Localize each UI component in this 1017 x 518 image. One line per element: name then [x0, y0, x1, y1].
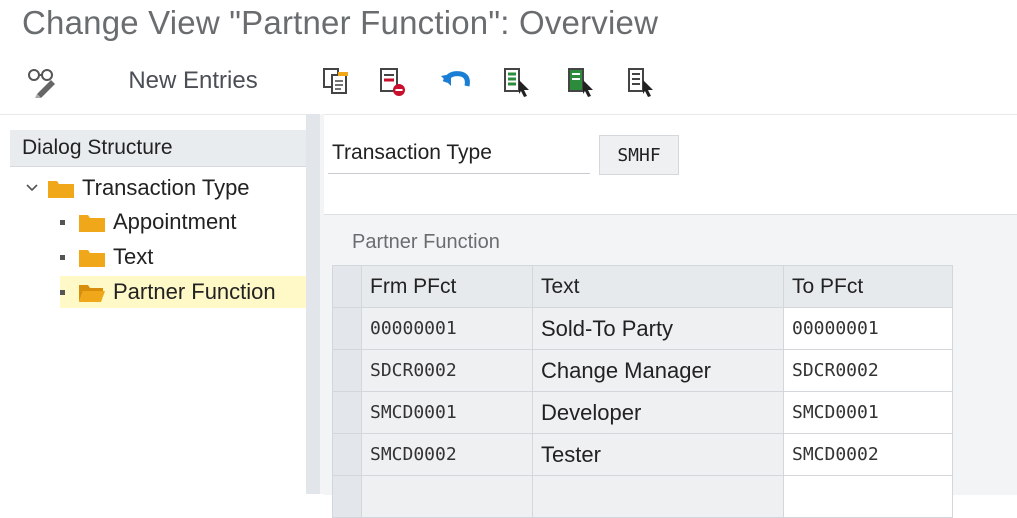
- tree-item-appointment[interactable]: Appointment: [60, 206, 237, 238]
- table-row: SMCD0002 Tester SMCD0002: [332, 433, 953, 476]
- field-underline: [328, 173, 590, 174]
- row-selector[interactable]: [332, 391, 362, 434]
- page-title: Change View "Partner Function": Overview: [22, 4, 659, 41]
- tree-item-transaction-type[interactable]: Transaction Type: [24, 172, 250, 204]
- transaction-type-label: Transaction Type: [332, 141, 492, 164]
- toolbar: New Entries: [0, 52, 1017, 115]
- partner-function-table-area: Partner Function Frm PFct Text To PFct 0…: [324, 214, 1017, 518]
- new-entries-button[interactable]: New Entries: [110, 61, 276, 101]
- folder-icon: [79, 250, 105, 267]
- text-cell: Change Manager: [532, 349, 784, 392]
- frm-pfct-cell[interactable]: [361, 475, 533, 518]
- table-caption: Partner Function: [352, 231, 500, 253]
- table-row: SMCD0001 Developer SMCD0001: [332, 391, 953, 434]
- deselect-all-icon[interactable]: [620, 61, 660, 101]
- to-pfct-cell[interactable]: SMCD0001: [783, 391, 953, 434]
- to-pfct-cell[interactable]: [783, 475, 953, 518]
- row-selector[interactable]: [332, 307, 362, 350]
- dialog-structure-title: Dialog Structure: [22, 136, 173, 159]
- bullet-icon: [60, 289, 65, 295]
- tree-item-label: Appointment: [113, 209, 237, 234]
- to-pfct-cell[interactable]: 00000001: [783, 307, 953, 350]
- frm-pfct-cell: SDCR0002: [361, 349, 533, 392]
- open-folder-icon: [79, 285, 105, 302]
- row-selector[interactable]: [332, 433, 362, 476]
- chevron-down-icon[interactable]: [24, 180, 40, 196]
- tree-item-label: Transaction Type: [82, 175, 250, 200]
- select-all-column[interactable]: [332, 265, 362, 308]
- title-bar: Change View "Partner Function": Overview: [0, 0, 1017, 52]
- row-selector[interactable]: [332, 349, 362, 392]
- undo-icon[interactable]: [436, 61, 476, 101]
- to-pfct-cell[interactable]: SDCR0002: [783, 349, 953, 392]
- tree-item-partner-function[interactable]: Partner Function: [60, 276, 306, 308]
- tree-item-text[interactable]: Text: [60, 241, 153, 273]
- dialog-structure-header: Dialog Structure: [10, 130, 306, 167]
- partner-function-table: Frm PFct Text To PFct 00000001 Sold-To P…: [332, 265, 953, 518]
- frm-pfct-cell: SMCD0001: [361, 391, 533, 434]
- column-header-frm-pfct[interactable]: Frm PFct: [361, 265, 533, 308]
- bullet-icon: [60, 219, 65, 225]
- transaction-type-value: SMHF: [599, 135, 679, 175]
- folder-icon: [79, 215, 105, 232]
- frm-pfct-cell: SMCD0002: [361, 433, 533, 476]
- to-pfct-cell[interactable]: SMCD0002: [783, 433, 953, 476]
- folder-icon: [48, 181, 74, 198]
- tree-item-label: Text: [113, 244, 154, 269]
- dialog-structure-panel: Dialog Structure Transaction Type Appoin…: [10, 130, 306, 494]
- copy-icon[interactable]: [316, 61, 356, 101]
- select-block-icon[interactable]: [560, 61, 600, 101]
- frm-pfct-cell: 00000001: [361, 307, 533, 350]
- select-all-icon[interactable]: [496, 61, 536, 101]
- table-row: 00000001 Sold-To Party 00000001: [332, 307, 953, 350]
- bullet-icon: [60, 254, 65, 260]
- text-cell: [532, 475, 784, 518]
- table-row-empty: [332, 475, 953, 518]
- text-cell: Developer: [532, 391, 784, 434]
- table-header-row: Frm PFct Text To PFct: [332, 265, 953, 308]
- column-header-text[interactable]: Text: [532, 265, 784, 308]
- panel-splitter[interactable]: [306, 114, 320, 494]
- new-entries-label: New Entries: [128, 67, 258, 94]
- table-row: SDCR0002 Change Manager SDCR0002: [332, 349, 953, 392]
- text-cell: Sold-To Party: [532, 307, 784, 350]
- column-header-to-pfct[interactable]: To PFct: [783, 265, 953, 308]
- display-change-icon[interactable]: [22, 61, 62, 101]
- tree-item-label: Partner Function: [113, 279, 276, 304]
- text-cell: Tester: [532, 433, 784, 476]
- row-selector[interactable]: [332, 475, 362, 518]
- delete-icon[interactable]: [372, 61, 412, 101]
